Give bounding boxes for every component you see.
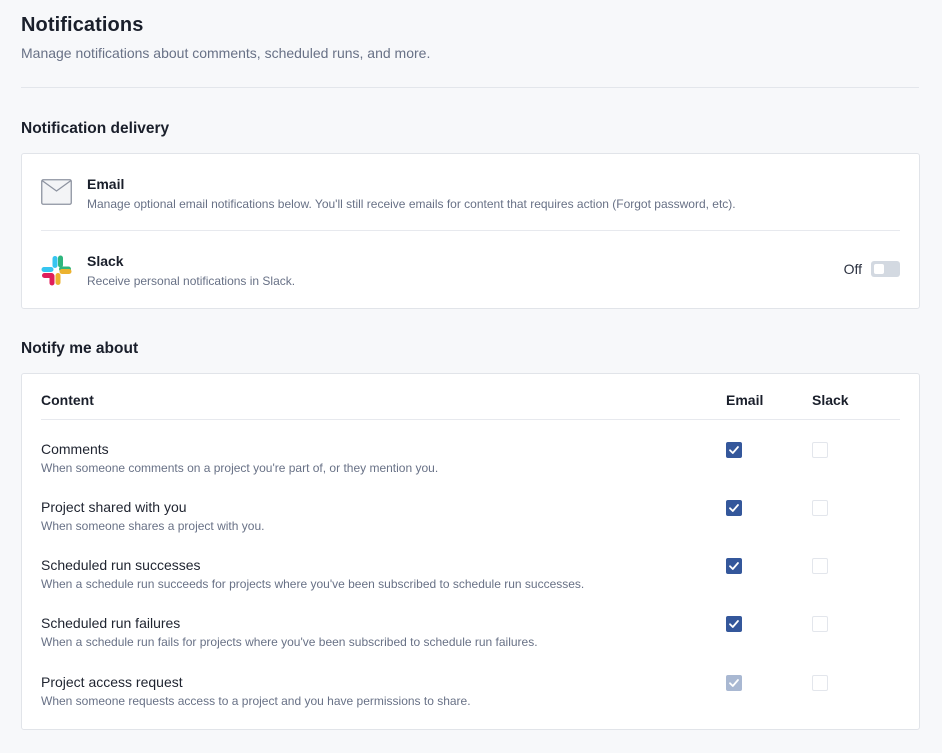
table-row: Scheduled run successes When a schedule …	[41, 557, 900, 615]
slack-toggle-group: Off	[844, 261, 900, 277]
table-header: Content Email Slack	[41, 374, 900, 420]
slack-delivery-name: Slack	[87, 253, 124, 269]
email-delivery-row: Email Manage optional email notification…	[41, 154, 900, 231]
row-title: Project access request	[41, 674, 183, 690]
row-description: When someone comments on a project you'r…	[41, 461, 439, 475]
checkmark-icon	[729, 446, 739, 454]
notify-section-title: Notify me about	[21, 340, 139, 357]
table-row: Project access request When someone requ…	[41, 674, 900, 732]
slack-checkbox[interactable]	[812, 500, 828, 516]
email-checkbox[interactable]	[726, 616, 742, 632]
email-delivery-name: Email	[87, 176, 125, 192]
toggle-knob	[874, 264, 884, 274]
slack-checkbox[interactable]	[812, 442, 828, 458]
table-row: Project shared with you When someone sha…	[41, 499, 900, 557]
email-checkbox[interactable]	[726, 675, 742, 691]
slack-toggle-label: Off	[843, 261, 862, 277]
row-description: When a schedule run succeeds for project…	[41, 577, 585, 591]
row-description: When a schedule run fails for projects w…	[41, 635, 538, 649]
column-header-slack: Slack	[812, 392, 849, 408]
row-title: Scheduled run successes	[41, 557, 201, 573]
email-checkbox[interactable]	[726, 500, 742, 516]
row-description: When someone requests access to a projec…	[41, 694, 471, 708]
table-row: Comments When someone comments on a proj…	[41, 441, 900, 499]
table-row: Scheduled run failures When a schedule r…	[41, 615, 900, 673]
email-checkbox[interactable]	[726, 558, 742, 574]
slack-delivery-row: Slack Receive personal notifications in …	[41, 231, 900, 309]
email-delivery-description: Manage optional email notifications belo…	[87, 197, 736, 211]
row-description: When someone shares a project with you.	[41, 519, 265, 533]
slack-logo-icon	[41, 255, 72, 291]
row-title: Scheduled run failures	[41, 615, 181, 631]
email-checkbox[interactable]	[726, 442, 742, 458]
checkmark-icon	[729, 504, 739, 512]
checkmark-icon	[729, 679, 739, 687]
header-divider	[21, 87, 919, 88]
delivery-section-title: Notification delivery	[21, 120, 170, 137]
slack-checkbox[interactable]	[812, 616, 828, 632]
checkmark-icon	[729, 562, 739, 570]
notify-card: Content Email Slack Comments When someon…	[21, 373, 920, 730]
column-header-email: Email	[726, 392, 764, 408]
page-subtitle: Manage notifications about comments, sch…	[21, 45, 431, 61]
column-header-content: Content	[41, 392, 94, 408]
row-title: Project shared with you	[41, 499, 187, 515]
checkmark-icon	[729, 620, 739, 628]
envelope-icon	[41, 179, 72, 210]
slack-checkbox[interactable]	[812, 675, 828, 691]
delivery-card: Email Manage optional email notification…	[21, 153, 920, 309]
slack-checkbox[interactable]	[812, 558, 828, 574]
page-title: Notifications	[21, 14, 144, 36]
slack-toggle[interactable]	[871, 261, 900, 277]
slack-delivery-description: Receive personal notifications in Slack.	[87, 274, 296, 288]
row-title: Comments	[41, 441, 109, 457]
